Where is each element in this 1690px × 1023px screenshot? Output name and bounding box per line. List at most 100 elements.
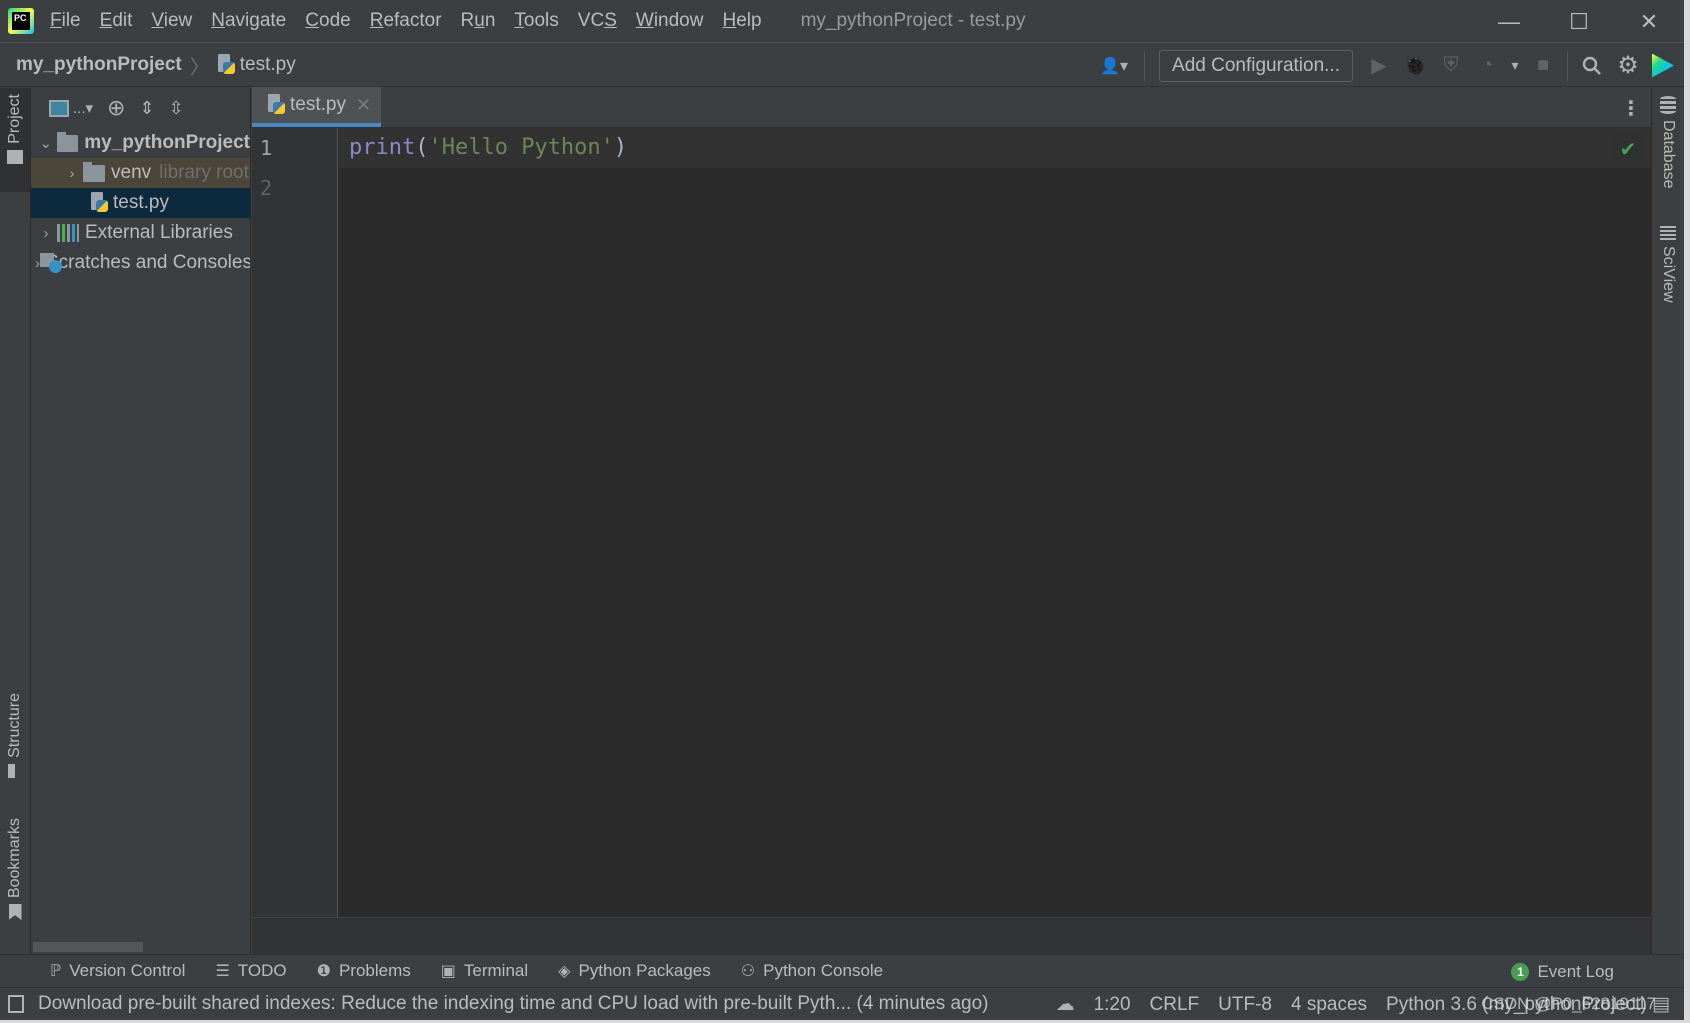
right-tool-stripe: Database SciView [1651,88,1684,954]
run-with-coverage-icon[interactable]: ⛨ [1433,48,1469,84]
code-line[interactable] [339,168,1651,208]
code-with-me-icon[interactable] [1652,53,1674,78]
chevron-right-icon[interactable]: › [35,225,57,242]
lock-icon[interactable]: ▤ [1652,993,1670,1016]
tree-item-label: venv [111,162,152,183]
tool-tab-todo[interactable]: ☰ TODO [215,961,286,981]
tool-tab-problems[interactable]: ❶ Problems [317,961,411,981]
tool-tab-database-label: Database [1660,120,1677,189]
stop-icon[interactable]: ■ [1525,48,1561,84]
tool-tab-database[interactable]: Database [1652,88,1684,189]
editor-tabs: test.py ✕ ⋮ [252,87,1651,128]
menu-tools[interactable]: Tools [514,10,558,32]
tree-item-external-libraries[interactable]: › External Libraries [31,218,250,248]
debug-icon[interactable]: 🐞 [1397,48,1433,84]
status-message[interactable]: Download pre-built shared indexes: Reduc… [38,993,1001,1015]
run-icon[interactable]: ▶ [1361,48,1397,84]
menu-refactor[interactable]: Refactor [370,10,442,32]
minimize-button[interactable]: — [1474,0,1544,43]
event-log-label: Event Log [1537,961,1614,981]
tool-tab-version-control[interactable]: ℙ Version Control [50,961,185,981]
tool-tab-python-packages[interactable]: ◈ Python Packages [558,961,711,981]
toggle-tool-windows-icon[interactable] [8,995,24,1013]
tool-tab-sciview[interactable]: SciView [1652,218,1684,303]
profile-icon[interactable]: ◔ [1469,48,1505,84]
folder-icon [7,149,23,164]
menu-vcs[interactable]: VCS [578,10,617,32]
database-icon [1660,96,1676,114]
tool-tab-terminal[interactable]: ▣ Terminal [441,961,528,981]
tabs-options-icon[interactable]: ⋮ [1621,96,1641,121]
event-log-button[interactable]: 1 Event Log [1511,955,1614,988]
close-tab-icon[interactable]: ✕ [356,95,371,116]
editor-footer [252,917,1651,954]
tool-tab-bookmarks[interactable]: Bookmarks [0,818,30,938]
tool-tab-project-label: Project [6,94,23,144]
settings-gear-icon[interactable]: ⚙ [1610,48,1646,84]
window-controls: — ☐ ✕ [1474,0,1684,43]
breadcrumb-separator: 〉 [189,56,210,79]
menu-file[interactable]: File [50,10,81,32]
menu-navigate[interactable]: Navigate [211,10,286,32]
project-tool-window: ...▾ ⊕ ⇕ ⇳ ⌄ my_pythonProject › venv lib… [31,88,251,954]
close-window-button[interactable]: ✕ [1614,0,1684,43]
menu-window[interactable]: Window [636,10,704,32]
title-bar: PC File Edit View Navigate Code Refactor Run To… [0,0,1684,43]
caret-position[interactable]: 1:20 [1094,994,1131,1016]
tool-tab-structure[interactable]: Structure [0,693,30,803]
menu-view[interactable]: View [151,10,192,32]
user-accounts-icon[interactable]: 👤▾ [1090,48,1138,84]
locate-file-icon[interactable]: ⊕ [107,95,125,121]
tree-item-scratches[interactable]: › Scratches and Consoles [31,248,250,278]
file-encoding[interactable]: UTF-8 [1218,994,1272,1016]
menu-edit[interactable]: Edit [100,10,133,32]
chevron-down-icon[interactable]: ⌄ [35,134,57,152]
sciview-icon [1660,226,1676,240]
menu-help[interactable]: Help [722,10,761,32]
indent-setting[interactable]: 4 spaces [1291,994,1367,1016]
view-dropdown-label: ...▾ [73,100,94,117]
toolbar-separator [1144,50,1146,81]
library-root-note: library root [159,162,249,183]
collapse-all-icon[interactable]: ⇳ [169,98,184,119]
python-packages-icon: ◈ [558,963,571,980]
tool-tab-project[interactable]: Project [0,88,30,192]
add-configuration-button[interactable]: Add Configuration... [1159,49,1353,82]
close-paren: ) [613,135,628,160]
menu-bar: File Edit View Navigate Code Refactor Run Tools… [50,10,781,32]
tool-tab-python-console[interactable]: ⚇ Python Console [741,961,883,981]
inspection-ok-check-icon[interactable]: ✔ [1613,134,1643,164]
tree-item-project-root[interactable]: ⌄ my_pythonProject [31,128,250,158]
python-console-icon: ⚇ [740,963,756,980]
shared-indexes-icon[interactable]: ☁ [1056,993,1075,1016]
menu-run[interactable]: Run [461,10,496,32]
open-paren: ( [415,135,429,160]
code-content[interactable]: print('Hello Python') ✔ [339,128,1651,917]
breadcrumb-file[interactable]: test.py [217,54,296,76]
tree-item-test-py[interactable]: test.py [31,188,250,218]
menu-code[interactable]: Code [305,10,350,32]
python-file-icon [217,54,236,76]
event-count-badge: 1 [1511,962,1530,981]
breadcrumb-project[interactable]: my_pythonProject [16,54,182,76]
project-view-selector[interactable]: ...▾ [49,99,93,117]
chevron-right-icon[interactable]: › [61,165,83,182]
tool-tab-label: Python Packages [578,961,711,980]
maximize-button[interactable]: ☐ [1544,0,1614,43]
horizontal-scrollbar[interactable] [33,942,143,952]
line-separator[interactable]: CRLF [1150,994,1200,1016]
tree-item-venv[interactable]: › venv library root [31,158,250,188]
structure-icon [8,763,22,778]
code-line[interactable]: print('Hello Python') [339,128,1651,168]
expand-all-icon[interactable]: ⇕ [139,98,154,119]
tool-tab-structure-label: Structure [6,693,23,758]
folder-icon [56,131,79,152]
code-editor[interactable]: 1 2 print('Hello Python') ✔ [252,128,1651,917]
tab-test-py[interactable]: test.py ✕ [252,87,382,127]
tree-item-label: External Libraries [85,222,233,243]
left-tool-stripe: Project Structure Bookmarks [0,88,31,954]
tool-tab-label: Problems [338,961,411,980]
search-everywhere-icon[interactable] [1574,48,1610,84]
python-interpreter[interactable]: Python 3.6 (my_pythonProject) [1386,994,1646,1016]
more-run-options-icon[interactable]: ▾ [1505,48,1525,84]
